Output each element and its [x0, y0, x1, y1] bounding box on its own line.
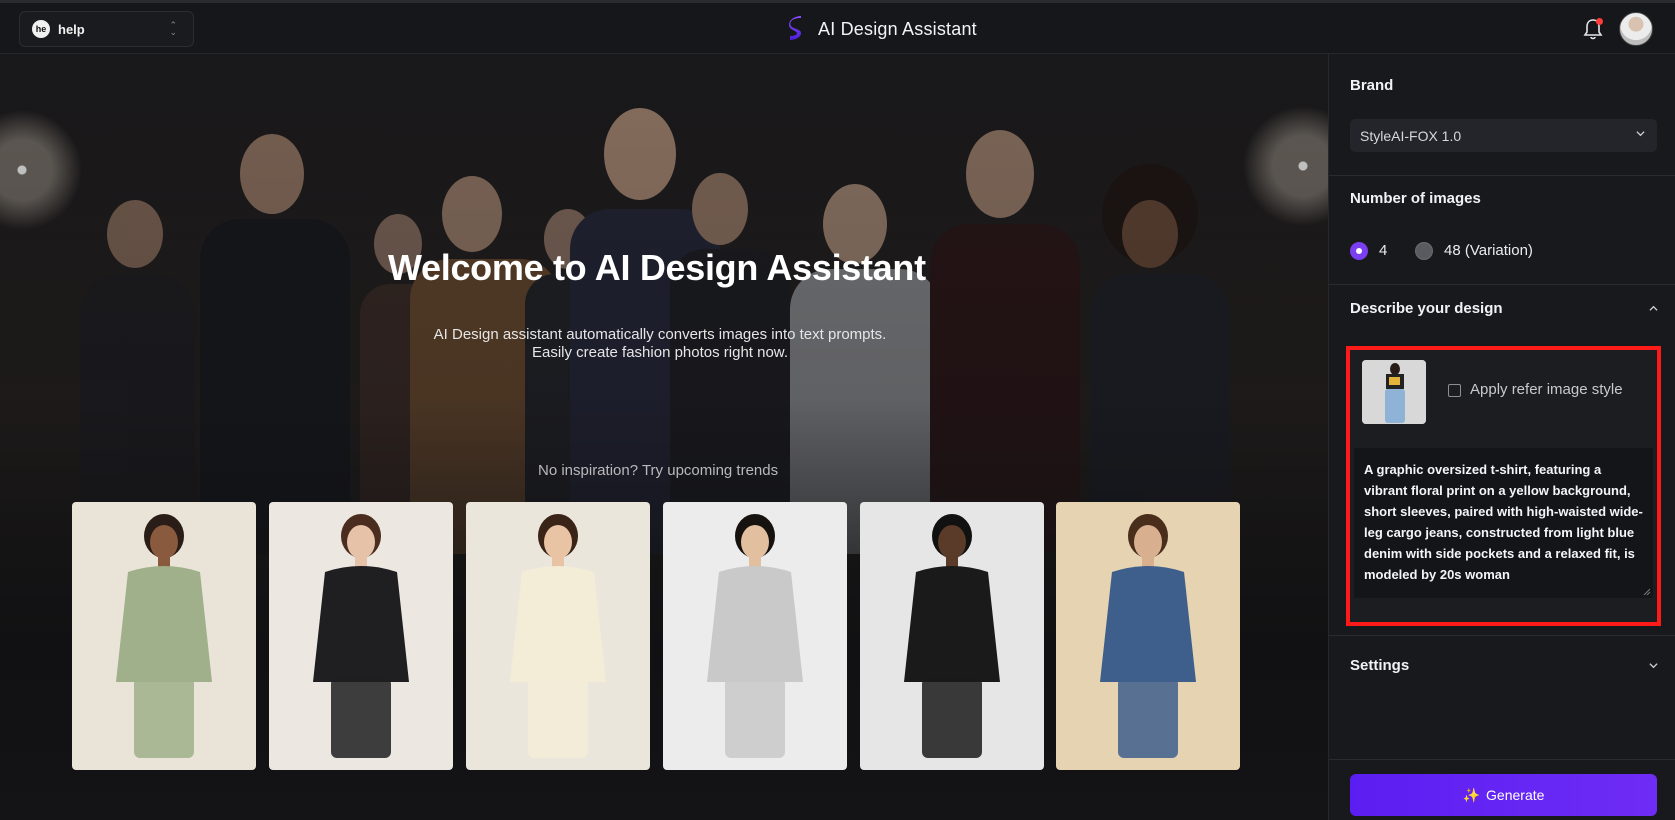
app-logo-icon: [789, 16, 801, 40]
generate-button[interactable]: ✨ Generate: [1350, 774, 1657, 816]
notification-dot: [1596, 18, 1603, 25]
radio-variation-label: 48 (Variation): [1444, 242, 1533, 259]
brand-select[interactable]: StyleAI-FOX 1.0: [1350, 119, 1657, 152]
workspace-avatar: he: [32, 20, 50, 38]
app-brand: AI Design Assistant: [788, 16, 977, 42]
trend-model-image: [1100, 514, 1196, 758]
chevron-down-icon: [1636, 131, 1645, 137]
sparkle-icon: ✨: [1462, 786, 1481, 803]
describe-design-label: Describe your design: [1350, 300, 1503, 317]
resize-handle-icon[interactable]: [1643, 588, 1651, 596]
divider: [1329, 175, 1675, 176]
reference-image-thumbnail[interactable]: [1362, 360, 1426, 424]
chevron-up-icon[interactable]: [1649, 304, 1658, 313]
divider: [1329, 284, 1675, 285]
trend-card-cream-knit-polo-sweater[interactable]: [466, 502, 650, 770]
trend-card-black-white-floral-shirt[interactable]: [860, 502, 1044, 770]
workspace-selector[interactable]: he help ⌃ ⌄: [19, 11, 194, 47]
trend-card-floral-maxi-wrap-dress[interactable]: [72, 502, 256, 770]
radio-variation-images[interactable]: [1415, 242, 1433, 260]
settings-panel: Brand StyleAI-FOX 1.0 Number of images 4…: [1328, 54, 1675, 820]
generate-label: Generate: [1486, 787, 1545, 803]
welcome-title: Welcome to AI Design Assistant: [388, 247, 926, 288]
radio-four-label: 4: [1379, 242, 1388, 259]
trend-model-image: [116, 514, 212, 758]
apply-style-label: Apply refer image style: [1470, 381, 1623, 398]
trend-model-image: [313, 514, 409, 758]
trends-label: No inspiration? Try upcoming trends: [538, 462, 779, 479]
apply-style-checkbox[interactable]: [1448, 384, 1461, 397]
images-count-label: Number of images: [1350, 190, 1481, 207]
welcome-subtitle: AI Design assistant automatically conver…: [433, 326, 887, 361]
radio-four-images[interactable]: [1350, 242, 1368, 260]
divider: [1329, 635, 1675, 636]
brand-label: Brand: [1350, 77, 1394, 94]
design-prompt-text: A graphic oversized t-shirt, featuring a…: [1364, 462, 1643, 582]
updown-chevron-icon: ⌃ ⌄: [169, 20, 177, 37]
notification-bell-icon[interactable]: [1582, 17, 1604, 41]
design-description-box: Apply refer image style A graphic oversi…: [1346, 346, 1661, 626]
trend-model-image: [510, 514, 606, 758]
user-avatar[interactable]: [1619, 12, 1653, 46]
trend-model-image: [707, 514, 803, 758]
trend-card-striped-shirt-black-tie[interactable]: [663, 502, 847, 770]
design-prompt-textarea[interactable]: A graphic oversized t-shirt, featuring a…: [1354, 448, 1653, 598]
app-title: AI Design Assistant: [818, 18, 977, 39]
divider: [1329, 759, 1675, 760]
settings-label[interactable]: Settings: [1350, 657, 1409, 674]
trend-model-image: [904, 514, 1000, 758]
chevron-down-icon[interactable]: [1649, 661, 1658, 670]
trend-card-denim-jacket-striped-tee[interactable]: [1056, 502, 1240, 770]
workspace-name: help: [58, 21, 85, 37]
trend-card-black-leather-jacket[interactable]: [269, 502, 453, 770]
hero-section: Welcome to AI Design Assistant AI Design…: [0, 54, 1328, 820]
top-bar: he help ⌃ ⌄ AI Design Assistant: [0, 0, 1675, 54]
brand-select-value: StyleAI-FOX 1.0: [1360, 127, 1462, 144]
